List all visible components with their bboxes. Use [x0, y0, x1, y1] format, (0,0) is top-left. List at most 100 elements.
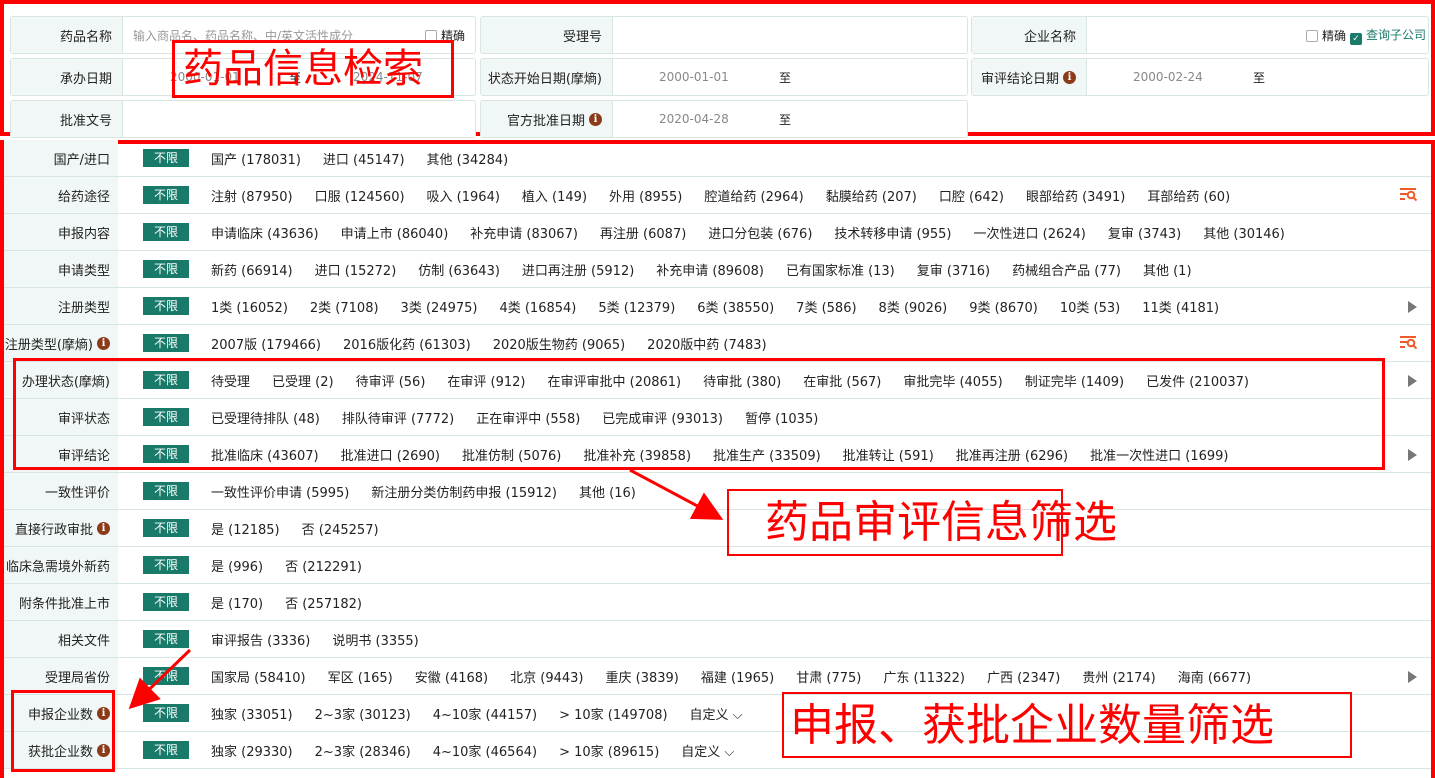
filter-option[interactable]: 进口再注册 (5912) — [522, 260, 634, 279]
unlimited-button[interactable]: 不限 — [143, 334, 189, 352]
filter-option[interactable]: > 10家 (89615) — [559, 741, 659, 760]
filter-option[interactable]: 药械组合产品 (77) — [1012, 260, 1121, 279]
company-input[interactable]: 精确 ✓ 查询子公司 — [1087, 17, 1428, 53]
filter-option[interactable]: 补充申请 (89608) — [656, 260, 764, 279]
filter-option[interactable]: 申请临床 (43636) — [211, 223, 319, 242]
unlimited-button[interactable]: 不限 — [143, 630, 189, 648]
subsidiary-checkbox[interactable]: ✓ 查询子公司 — [1349, 26, 1426, 45]
filter-option[interactable]: 是 (12185) — [211, 519, 280, 538]
filter-option[interactable]: 外用 (8955) — [609, 186, 682, 205]
filter-option[interactable]: 耳部给药 (60) — [1147, 186, 1230, 205]
filter-option[interactable]: 复审 (3716) — [917, 260, 990, 279]
filter-option[interactable]: 军区 (165) — [328, 667, 393, 686]
status-date-from[interactable]: 2000-01-01 — [659, 70, 729, 84]
filter-option[interactable]: 2020版生物药 (9065) — [493, 334, 625, 353]
unlimited-button[interactable]: 不限 — [143, 593, 189, 611]
filter-option[interactable]: 技术转移申请 (955) — [834, 223, 951, 242]
official-date-from[interactable]: 2020-04-28 — [659, 112, 729, 126]
filter-option[interactable]: 5类 (12379) — [598, 297, 675, 316]
filter-option[interactable]: 黏膜给药 (207) — [826, 186, 917, 205]
filter-option[interactable]: 国产 (178031) — [211, 149, 301, 168]
filter-option[interactable]: 2~3家 (28346) — [315, 741, 411, 760]
unlimited-button[interactable]: 不限 — [143, 223, 189, 241]
info-icon[interactable]: i — [97, 521, 110, 535]
filter-option[interactable]: > 10家 (149708) — [559, 704, 667, 723]
filter-option[interactable]: 申请上市 (86040) — [341, 223, 449, 242]
unlimited-button[interactable]: 不限 — [143, 704, 189, 722]
approval-no-input[interactable] — [123, 101, 475, 137]
filter-option[interactable]: 海南 (6677) — [1178, 667, 1251, 686]
filter-option[interactable]: 进口 (15272) — [315, 260, 397, 279]
filter-option[interactable]: 北京 (9443) — [510, 667, 583, 686]
filter-option[interactable]: 甘肃 (775) — [796, 667, 861, 686]
filter-option[interactable]: 已有国家标准 (13) — [786, 260, 895, 279]
unlimited-button[interactable]: 不限 — [143, 556, 189, 574]
filter-option[interactable]: 新药 (66914) — [211, 260, 293, 279]
unlimited-button[interactable]: 不限 — [143, 482, 189, 500]
filter-option[interactable]: 新注册分类仿制药申报 (15912) — [371, 482, 557, 501]
filter-option[interactable]: 8类 (9026) — [879, 297, 948, 316]
filter-option[interactable]: 国家局 (58410) — [211, 667, 306, 686]
unlimited-button[interactable]: 不限 — [143, 297, 189, 315]
filter-option[interactable]: 其他 (34284) — [427, 149, 509, 168]
filter-option[interactable]: 重庆 (3839) — [605, 667, 678, 686]
filter-option[interactable]: 1类 (16052) — [211, 297, 288, 316]
filter-option[interactable]: 复审 (3743) — [1108, 223, 1181, 242]
filter-option[interactable]: 2~3家 (30123) — [315, 704, 411, 723]
filter-option[interactable]: 口服 (124560) — [315, 186, 405, 205]
filter-option[interactable]: 一致性评价申请 (5995) — [211, 482, 349, 501]
filter-option[interactable]: 其他 (30146) — [1203, 223, 1285, 242]
filter-option[interactable]: 4类 (16854) — [499, 297, 576, 316]
unlimited-button[interactable]: 不限 — [143, 149, 189, 167]
filter-option[interactable]: 自定义 ⌵ — [681, 741, 734, 760]
filter-search-icon[interactable] — [1399, 187, 1418, 205]
filter-option[interactable]: 否 (212291) — [285, 556, 362, 575]
filter-option[interactable]: 4~10家 (46564) — [433, 741, 537, 760]
filter-option[interactable]: 否 (245257) — [302, 519, 379, 538]
expand-arrow-icon[interactable] — [1408, 446, 1417, 461]
filter-search-icon[interactable] — [1399, 335, 1418, 353]
review-date-from[interactable]: 2000-02-24 — [1133, 70, 1203, 84]
filter-option[interactable]: 贵州 (2174) — [1082, 667, 1155, 686]
info-icon[interactable]: i — [97, 336, 110, 350]
filter-option[interactable]: 进口分包装 (676) — [708, 223, 812, 242]
filter-option[interactable]: 植入 (149) — [522, 186, 587, 205]
unlimited-button[interactable]: 不限 — [143, 519, 189, 537]
filter-option[interactable]: 审评报告 (3336) — [211, 630, 310, 649]
filter-option[interactable]: 2016版化药 (61303) — [343, 334, 471, 353]
unlimited-button[interactable]: 不限 — [143, 186, 189, 204]
filter-option[interactable]: 安徽 (4168) — [415, 667, 488, 686]
filter-option[interactable]: 2007版 (179466) — [211, 334, 321, 353]
filter-option[interactable]: 9类 (8670) — [969, 297, 1038, 316]
filter-option[interactable]: 其他 (1) — [1143, 260, 1192, 279]
expand-arrow-icon[interactable] — [1408, 668, 1417, 683]
unlimited-button[interactable]: 不限 — [143, 741, 189, 759]
filter-option[interactable]: 4~10家 (44157) — [433, 704, 537, 723]
filter-option[interactable]: 口腔 (642) — [939, 186, 1004, 205]
filter-option[interactable]: 腔道给药 (2964) — [704, 186, 803, 205]
filter-option[interactable]: 否 (257182) — [285, 593, 362, 612]
filter-option[interactable]: 再注册 (6087) — [600, 223, 686, 242]
info-icon[interactable]: i — [1063, 70, 1076, 84]
filter-option[interactable]: 11类 (4181) — [1142, 297, 1219, 316]
filter-option[interactable]: 独家 (33051) — [211, 704, 293, 723]
expand-arrow-icon[interactable] — [1408, 372, 1417, 387]
filter-option[interactable]: 一次性进口 (2624) — [973, 223, 1085, 242]
filter-option[interactable]: 2类 (7108) — [310, 297, 379, 316]
filter-option[interactable]: 广西 (2347) — [987, 667, 1060, 686]
filter-option[interactable]: 10类 (53) — [1060, 297, 1120, 316]
unlimited-button[interactable]: 不限 — [143, 260, 189, 278]
filter-option[interactable]: 3类 (24975) — [401, 297, 478, 316]
filter-option[interactable]: 眼部给药 (3491) — [1026, 186, 1125, 205]
filter-option[interactable]: 6类 (38550) — [697, 297, 774, 316]
filter-option[interactable]: 广东 (11322) — [883, 667, 965, 686]
info-icon[interactable]: i — [589, 112, 602, 126]
filter-option[interactable]: 自定义 ⌵ — [690, 704, 743, 723]
filter-option[interactable]: 注射 (87950) — [211, 186, 293, 205]
filter-option[interactable]: 是 (170) — [211, 593, 263, 612]
filter-option[interactable]: 其他 (16) — [579, 482, 636, 501]
filter-option[interactable]: 福建 (1965) — [701, 667, 774, 686]
filter-option[interactable]: 独家 (29330) — [211, 741, 293, 760]
filter-option[interactable]: 2020版中药 (7483) — [647, 334, 766, 353]
filter-option[interactable]: 补充申请 (83067) — [470, 223, 578, 242]
